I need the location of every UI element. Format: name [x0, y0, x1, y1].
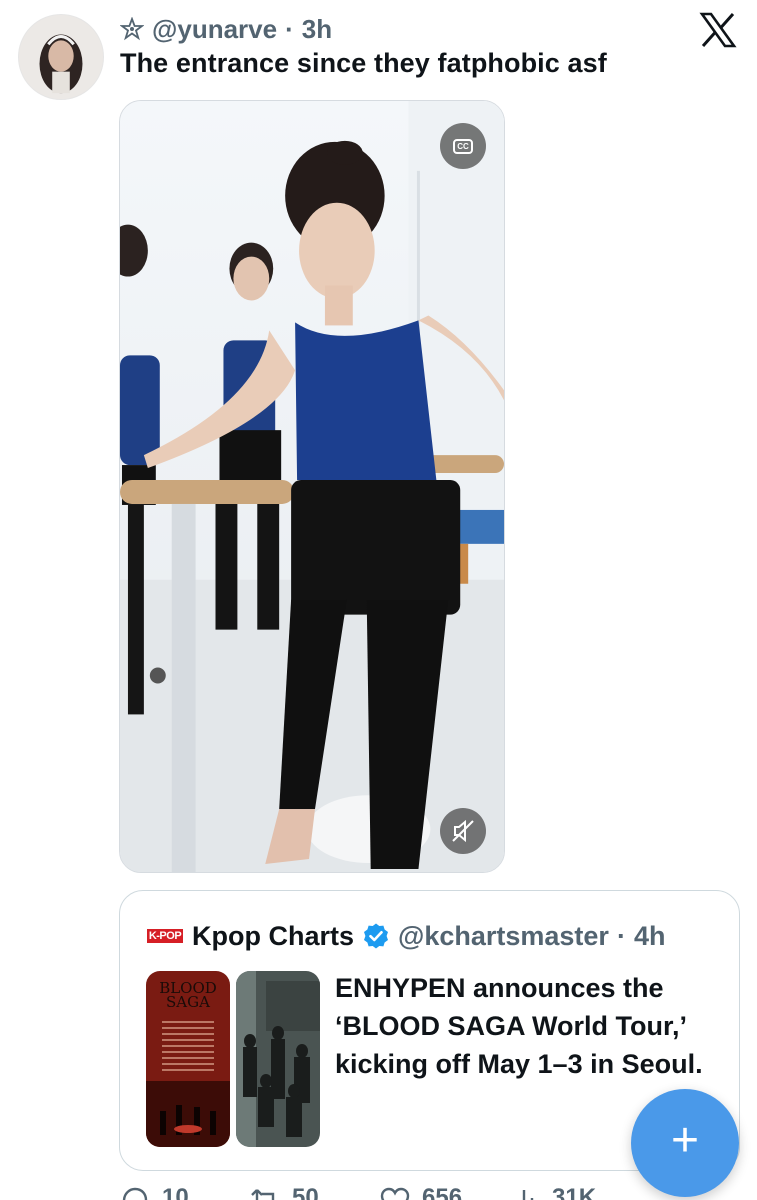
user-avatar[interactable] — [18, 14, 104, 100]
avatar-image — [19, 15, 103, 99]
tweet-action-bar: 10 50 656 31K — [118, 1184, 738, 1200]
meta-separator: · — [285, 13, 294, 44]
tour-poster-image: BLOOD SAGA — [146, 971, 230, 1147]
x-logo-icon[interactable] — [699, 12, 737, 48]
tweet-view: @yunarve · 3h The entrance since they fa… — [0, 0, 757, 1200]
views-button[interactable]: 31K — [508, 1184, 638, 1200]
reply-icon — [122, 1187, 148, 1200]
retweet-icon — [251, 1189, 275, 1200]
mute-button[interactable] — [440, 808, 486, 854]
captions-icon: CC — [453, 138, 473, 154]
star-icon — [120, 17, 144, 41]
group-photo-image — [236, 971, 320, 1147]
video-player[interactable]: CC — [119, 100, 505, 873]
tweet-time[interactable]: 3h — [302, 14, 332, 45]
quoted-media[interactable]: BLOOD SAGA — [146, 971, 320, 1147]
reply-count: 10 — [162, 1184, 189, 1200]
tweet-text: The entrance since they fatphobic asf — [120, 48, 607, 78]
views-icon — [522, 1190, 534, 1200]
like-button[interactable]: 656 — [378, 1184, 508, 1200]
author-handle[interactable]: @yunarve — [152, 14, 277, 45]
kpop-logo-text: K-POP — [146, 929, 184, 943]
quoted-tweet-time[interactable]: 4h — [634, 921, 666, 952]
compose-button[interactable]: + — [631, 1089, 739, 1197]
tweet-meta: @yunarve · 3h — [120, 12, 332, 46]
plus-icon: + — [670, 1114, 700, 1167]
reply-button[interactable]: 10 — [118, 1184, 248, 1200]
quoted-author-name[interactable]: Kpop Charts — [192, 921, 354, 952]
quoted-tweet-text: ENHYPEN announces the ‘BLOOD SAGA World … — [335, 973, 703, 1079]
poster-title-line-2: SAGA — [166, 993, 210, 1011]
tour-poster-thumbnail[interactable]: BLOOD SAGA — [146, 971, 230, 1147]
retweet-count: 50 — [292, 1184, 319, 1200]
video-frame — [120, 101, 504, 872]
quoted-tweet-header: K-POP Kpop Charts @kchartsmaster · 4h — [146, 919, 665, 953]
verified-badge-icon — [364, 923, 388, 949]
quoted-author-handle[interactable]: @kchartsmaster — [398, 921, 609, 952]
kpop-logo: K-POP — [146, 925, 184, 947]
mute-icon — [452, 819, 474, 843]
like-count: 656 — [422, 1184, 463, 1200]
like-icon — [380, 1187, 410, 1200]
quoted-meta-separator: · — [616, 920, 626, 951]
captions-button[interactable]: CC — [440, 123, 486, 169]
retweet-button[interactable]: 50 — [248, 1184, 378, 1200]
views-count: 31K — [552, 1184, 597, 1200]
group-photo-thumbnail[interactable] — [236, 971, 320, 1147]
